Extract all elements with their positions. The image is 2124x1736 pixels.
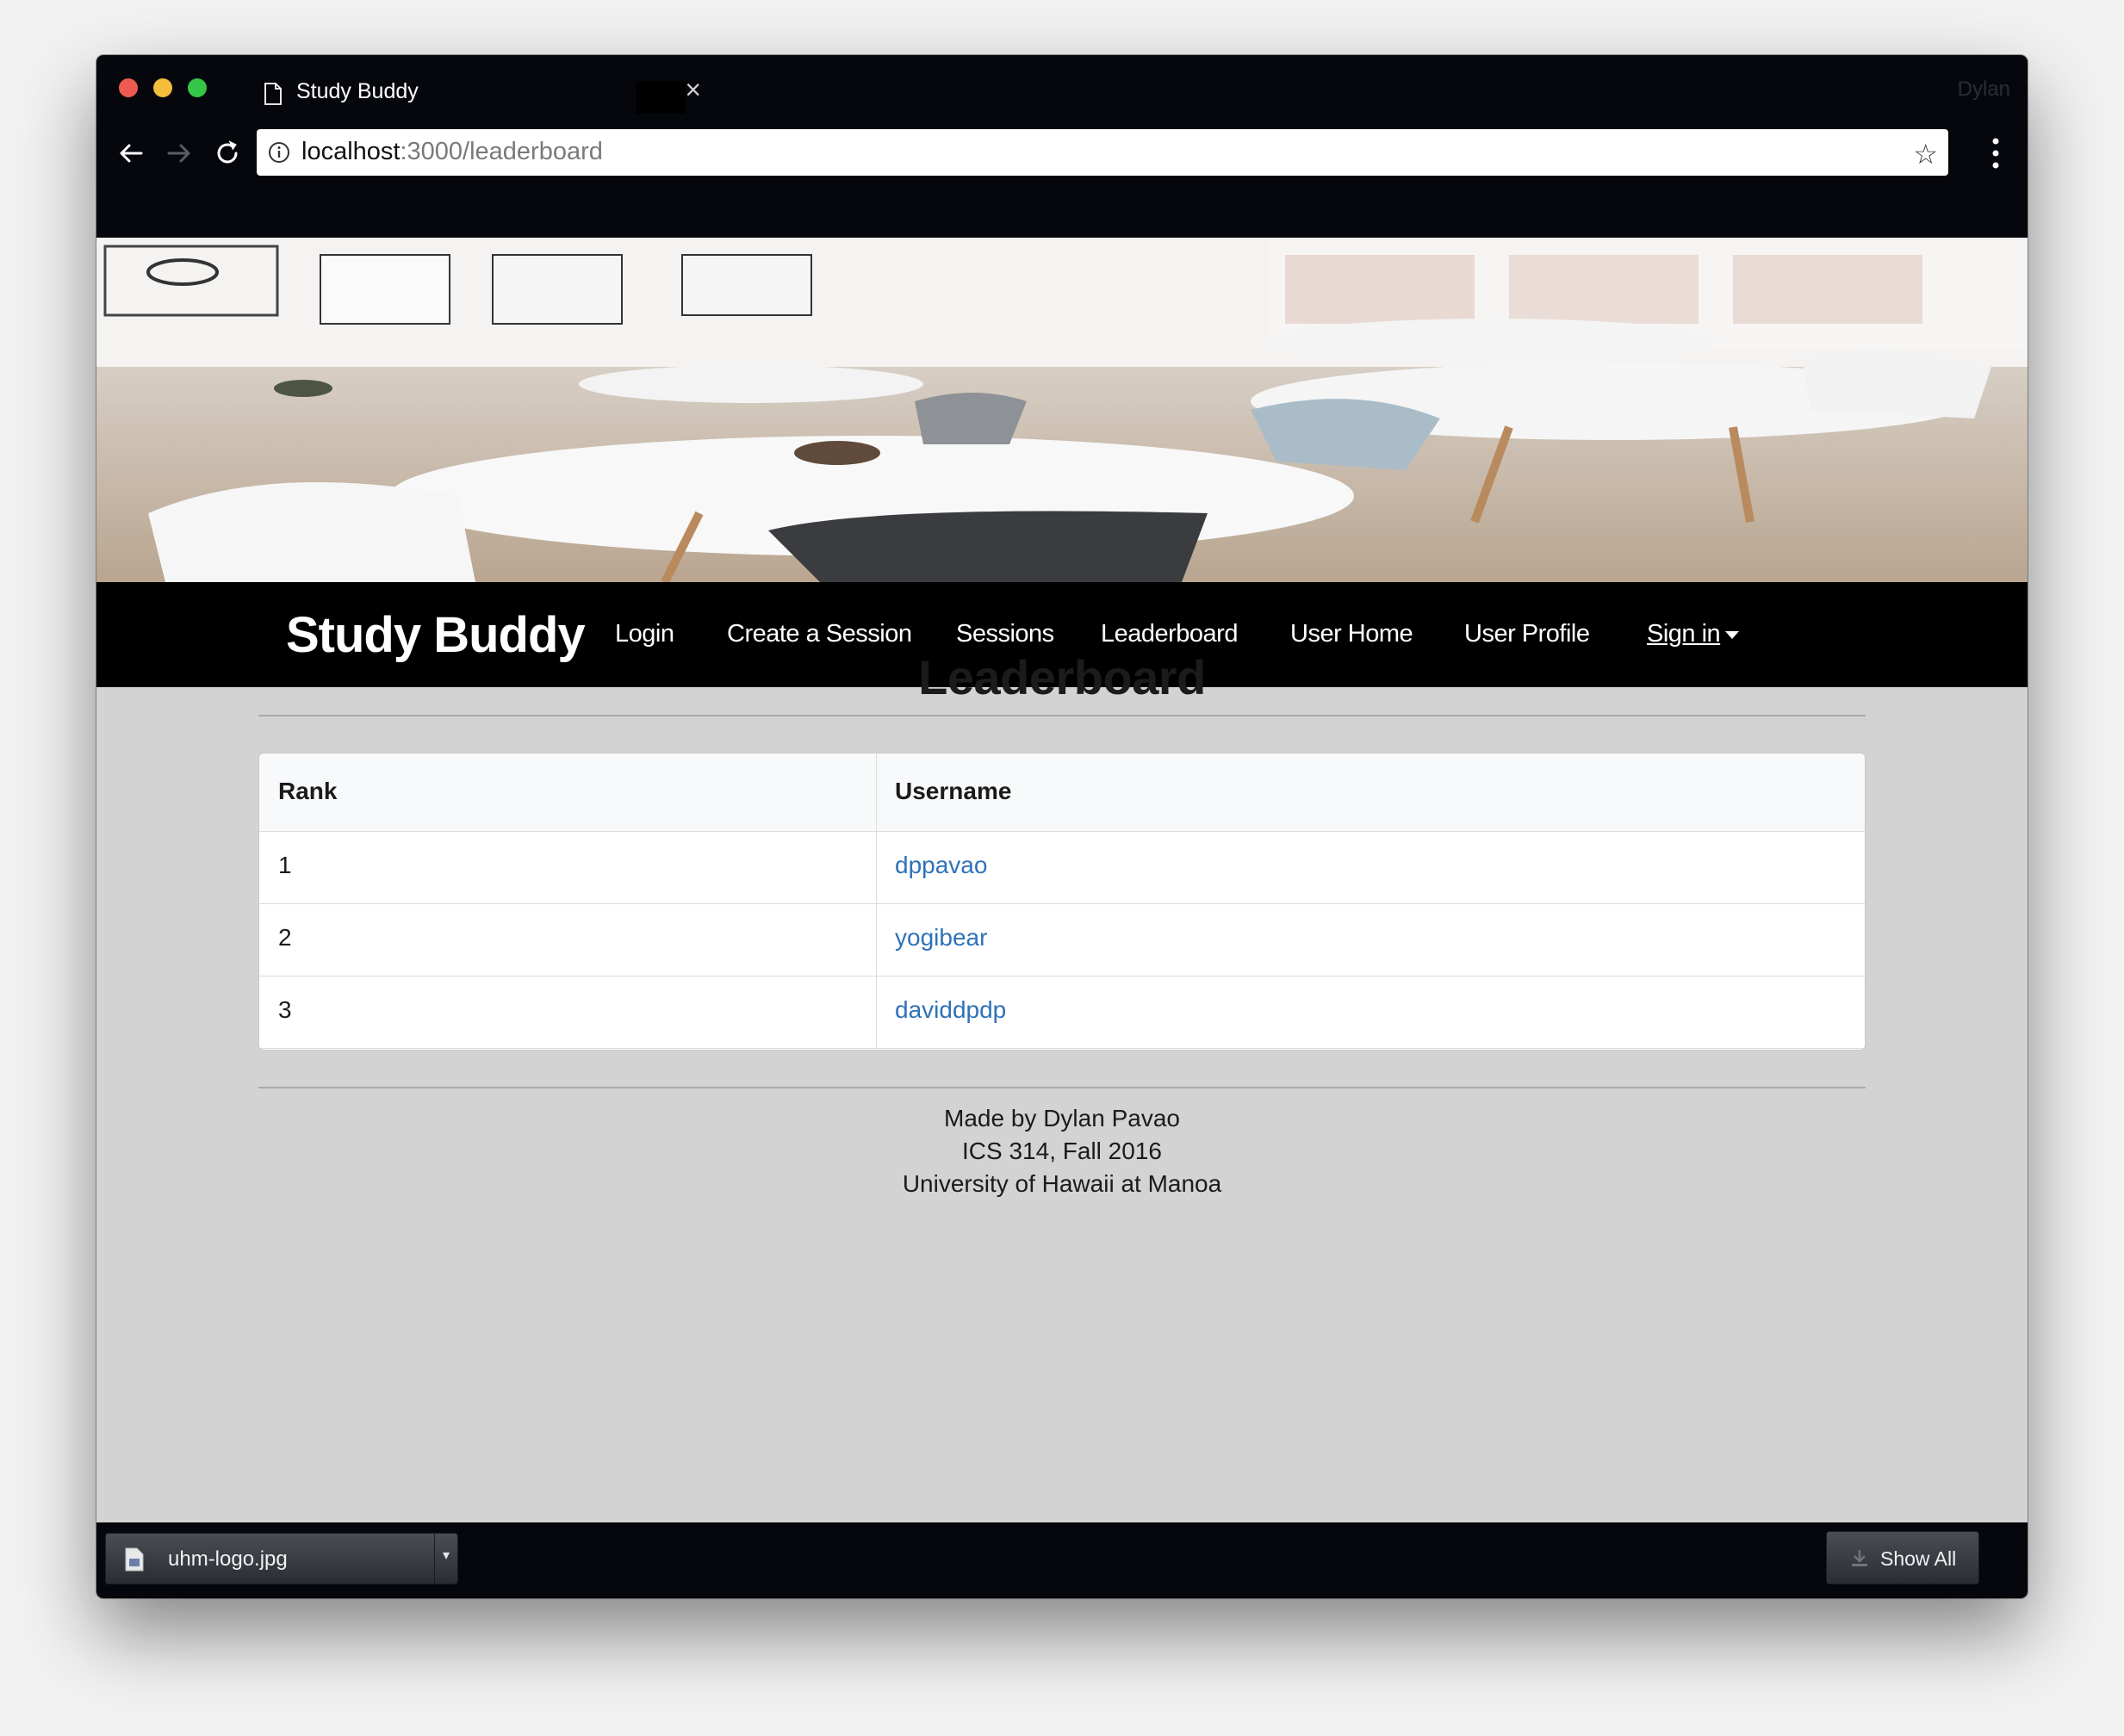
hero-image (96, 238, 2028, 582)
username-link[interactable]: dppavao (895, 852, 987, 879)
download-file-name: uhm-logo.jpg (168, 1547, 288, 1571)
sign-in-dropdown[interactable]: Sign in (1647, 620, 1740, 648)
downloads-bar: uhm-logo.jpg ▾ Show All (96, 1522, 2028, 1598)
title-divider (258, 715, 1866, 716)
url-path: :3000/leaderboard (400, 138, 603, 165)
download-icon (1852, 1550, 1867, 1566)
nav-user-home[interactable]: User Home (1290, 620, 1413, 648)
footer-divider (258, 1087, 1866, 1088)
nav-user-profile[interactable]: User Profile (1464, 620, 1590, 648)
document-icon (264, 83, 282, 105)
title-bar: Study Buddy × Dylan (96, 55, 2028, 119)
info-icon[interactable] (267, 140, 291, 164)
username-link[interactable]: daviddpdp (895, 996, 1006, 1024)
download-menu-caret-icon[interactable]: ▾ (434, 1534, 457, 1584)
classroom-photo (96, 238, 2028, 582)
maximize-window-button[interactable] (188, 78, 207, 97)
address-bar[interactable]: localhost:3000/leaderboard ☆ (257, 129, 1948, 176)
caret-down-icon (1725, 630, 1740, 639)
page-title: Leaderboard (918, 650, 1206, 704)
url-text[interactable]: localhost:3000/leaderboard (301, 138, 603, 166)
forward-arrow-icon[interactable] (162, 136, 196, 170)
close-window-button[interactable] (119, 78, 138, 97)
footer-line: Made by Dylan Pavao (944, 1105, 1180, 1132)
nav-sessions[interactable]: Sessions (956, 620, 1054, 648)
show-all-label: Show All (1880, 1547, 1957, 1570)
nav-leaderboard[interactable]: Leaderboard (1101, 620, 1238, 648)
header-username: Username (895, 778, 1012, 804)
table-row: 3 daviddpdp (259, 976, 1865, 1049)
browser-window: Study Buddy × Dylan localhost:3000/leade… (96, 55, 2028, 1598)
username-link[interactable]: yogibear (895, 924, 987, 952)
footer-line: ICS 314, Fall 2016 (962, 1138, 1162, 1164)
rank-cell: 3 (278, 996, 292, 1023)
reload-icon[interactable] (210, 136, 245, 170)
footer-line: University of Hawaii at Manoa (902, 1170, 1222, 1197)
tab-title: Study Buddy (296, 79, 419, 103)
table-row: 1 dppavao (259, 831, 1865, 904)
rank-cell: 1 (278, 852, 292, 878)
image-file-icon (125, 1547, 144, 1572)
table-row: 2 yogibear (259, 903, 1865, 976)
leaderboard-table: Rank Username 1 dppavao 2 yogibear 3 dav… (258, 753, 1866, 1051)
show-all-button[interactable]: Show All (1826, 1531, 1979, 1584)
rank-cell: 2 (278, 924, 292, 951)
sign-in-label: Sign in (1647, 620, 1721, 648)
more-menu-icon[interactable] (1991, 134, 2000, 172)
download-item[interactable]: uhm-logo.jpg ▾ (105, 1533, 458, 1584)
new-tab-button[interactable] (636, 81, 686, 114)
minimize-window-button[interactable] (153, 78, 172, 97)
bookmark-star-icon[interactable]: ☆ (1913, 138, 1938, 170)
url-host: localhost (301, 138, 401, 165)
column-divider (876, 753, 877, 1050)
table-header: Rank Username (259, 753, 1865, 832)
back-arrow-icon[interactable] (114, 136, 148, 170)
page-footer: Made by Dylan Pavao ICS 314, Fall 2016 U… (96, 1102, 2028, 1200)
nav-create-session[interactable]: Create a Session (727, 620, 912, 648)
profile-name[interactable]: Dylan (1958, 78, 2010, 102)
nav-login[interactable]: Login (615, 620, 674, 648)
header-rank: Rank (278, 778, 338, 804)
close-tab-icon[interactable]: × (685, 74, 701, 106)
